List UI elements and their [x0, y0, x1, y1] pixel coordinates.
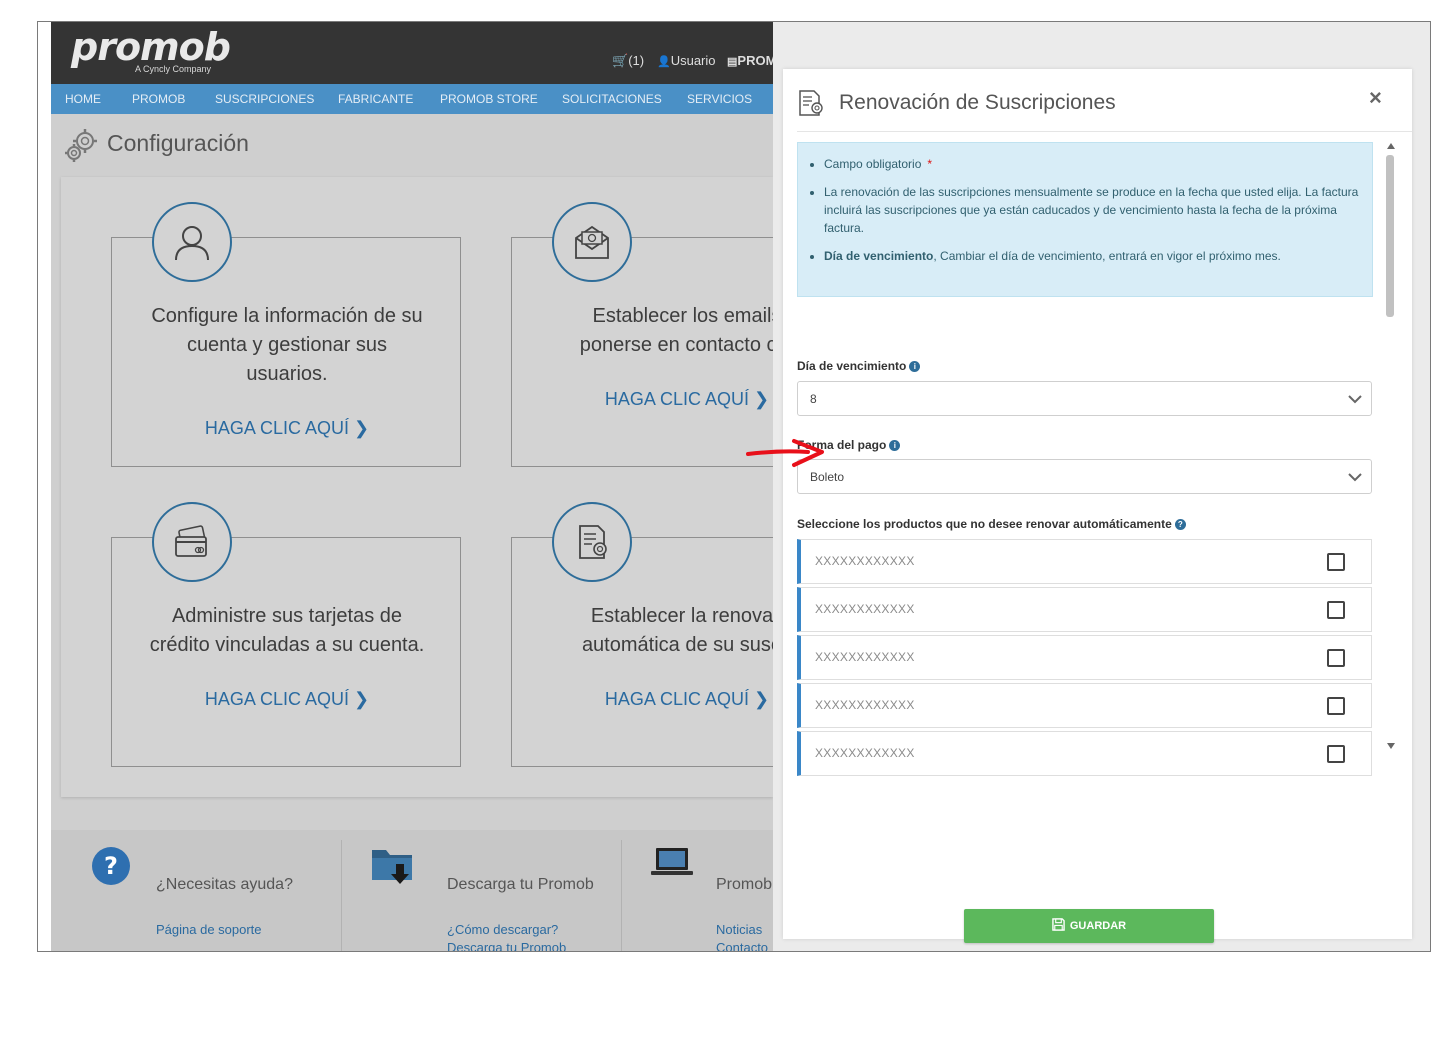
chevron-down-icon [1348, 395, 1362, 404]
download-promob-link[interactable]: Descarga tu Promob [447, 940, 566, 951]
card-emails: Establecer los emails ponerse en contact… [511, 202, 773, 467]
email-icon [575, 225, 609, 259]
logo-subtitle: A Cyncly Company [135, 64, 212, 74]
card-credit-cards: Administre sus tarjetas de crédito vincu… [111, 502, 462, 767]
footer-help: ? ¿Necesitas ayuda? Página de soporte [51, 840, 341, 951]
news-link[interactable]: Noticias [716, 922, 762, 937]
contact-link[interactable]: Contacto [716, 940, 768, 951]
nav-solicitaciones[interactable]: SOLICITACIONES [562, 92, 662, 106]
product-checkbox[interactable] [1327, 601, 1345, 619]
card-account-info: Configure la información de su cuenta y … [111, 202, 462, 467]
due-day-select[interactable]: 8 [797, 381, 1372, 416]
nav-fabricante[interactable]: FABRICANTE [338, 92, 413, 106]
card-link[interactable]: HAGA CLIC AQUÍ ❯ [512, 689, 773, 710]
user-link[interactable]: 👤Usuario [657, 53, 716, 68]
product-checkbox[interactable] [1327, 697, 1345, 715]
product-row[interactable]: XXXXXXXXXXXX [797, 635, 1372, 680]
annotation-arrow-icon [746, 439, 824, 467]
cart-link[interactable]: 🛒(1) [612, 53, 644, 69]
certificate-icon [579, 525, 607, 559]
modal-title: Renovación de Suscripciones [839, 91, 1116, 114]
product-row[interactable]: XXXXXXXXXXXX [797, 683, 1372, 728]
main-nav: HOME PROMOB SUSCRIPCIONES FABRICANTE PRO… [51, 84, 773, 114]
download-title: Descarga tu Promob [447, 876, 594, 893]
info-item-renewal: La renovación de las suscripciones mensu… [824, 183, 1360, 237]
info-item-due-day: Día de vencimiento, Cambiar el día de ve… [824, 247, 1360, 265]
svg-text:?: ? [104, 852, 118, 880]
card-link[interactable]: HAGA CLIC AQUÍ ❯ [112, 689, 462, 710]
product-checkbox[interactable] [1327, 745, 1345, 763]
product-row[interactable]: XXXXXXXXXXXX [797, 587, 1372, 632]
due-day-label: Día de vencimiento i [797, 359, 921, 373]
product-row[interactable]: XXXXXXXXXXXX [797, 731, 1372, 776]
card-icon-circle [552, 502, 632, 582]
scrollbar-thumb[interactable] [1386, 155, 1394, 317]
nav-promob[interactable]: PROMOB [132, 92, 185, 106]
payment-select[interactable]: Boleto [797, 459, 1372, 494]
footer-download: Descarga tu Promob ¿Cómo descargar? Desc… [342, 840, 622, 951]
card-link[interactable]: HAGA CLIC AQUÍ ❯ [512, 389, 773, 410]
promob-logo[interactable]: promob [71, 25, 231, 69]
how-to-download-link[interactable]: ¿Cómo descargar? [447, 922, 558, 937]
settings-content: Configure la información de su cuenta y … [61, 177, 773, 797]
card-icon-circle [152, 502, 232, 582]
products-label: Seleccione los productos que no desee re… [797, 517, 1186, 531]
promob-menu-link[interactable]: ▤PROM [727, 53, 773, 68]
download-folder-icon [372, 850, 412, 884]
gear-icon [65, 129, 97, 162]
card-icon-circle [552, 202, 632, 282]
laptop-icon [651, 848, 693, 875]
card-description: Establecer los emails ponerse en contact… [579, 305, 773, 356]
footer-promob: Promob Noticias Contacto [622, 840, 773, 951]
browser-frame: promob A Cyncly Company 🛒(1) 👤Usuario ▤P… [37, 21, 1431, 952]
card-icon-circle [152, 202, 232, 282]
certificate-icon [799, 90, 823, 116]
nav-servicios[interactable]: SERVICIOS [687, 92, 752, 106]
promob-title: Promob [716, 876, 773, 893]
info-icon[interactable]: i [889, 440, 901, 451]
product-checkbox[interactable] [1327, 649, 1345, 667]
credit-card-icon [175, 525, 207, 557]
info-icon[interactable]: i [909, 361, 921, 372]
renewal-modal: Renovación de Suscripciones × Campo obli… [783, 69, 1412, 943]
card-description: Configure la información de su cuenta y … [151, 305, 423, 385]
help-icon: ? [92, 847, 130, 885]
cart-icon: 🛒 [612, 53, 629, 68]
info-box: Campo obligatorio* La renovación de las … [797, 142, 1373, 297]
card-description: Establecer la renovac automática de su s… [581, 605, 773, 656]
support-link[interactable]: Página de soporte [156, 922, 262, 937]
save-icon [1052, 918, 1065, 931]
user-icon [175, 226, 209, 261]
help-title: ¿Necesitas ayuda? [156, 876, 293, 893]
card-auto-renewal: Establecer la renovac automática de su s… [511, 502, 773, 767]
footer: ? ¿Necesitas ayuda? Página de soporte De… [51, 830, 773, 951]
info-item-required: Campo obligatorio* [824, 155, 1360, 173]
page-title: Configuración [107, 130, 249, 156]
card-link[interactable]: HAGA CLIC AQUÍ ❯ [112, 418, 462, 439]
background-page: promob A Cyncly Company 🛒(1) 👤Usuario ▤P… [51, 22, 773, 951]
nav-promob-store[interactable]: PROMOB STORE [440, 92, 538, 106]
save-button[interactable]: GUARDAR [964, 909, 1214, 943]
product-row[interactable]: XXXXXXXXXXXX [797, 539, 1372, 584]
product-checkbox[interactable] [1327, 553, 1345, 571]
close-icon[interactable]: × [1369, 85, 1382, 111]
document-icon: ▤ [727, 56, 738, 68]
user-icon: 👤 [657, 56, 671, 68]
card-description: Administre sus tarjetas de crédito vincu… [149, 605, 425, 656]
nav-suscripciones[interactable]: SUSCRIPCIONES [215, 92, 314, 106]
nav-home[interactable]: HOME [65, 92, 101, 106]
top-bar: promob A Cyncly Company 🛒(1) 👤Usuario ▤P… [51, 22, 773, 84]
chevron-down-icon [1348, 473, 1362, 482]
help-icon[interactable]: ? [1174, 519, 1186, 530]
modal-divider [797, 131, 1412, 132]
